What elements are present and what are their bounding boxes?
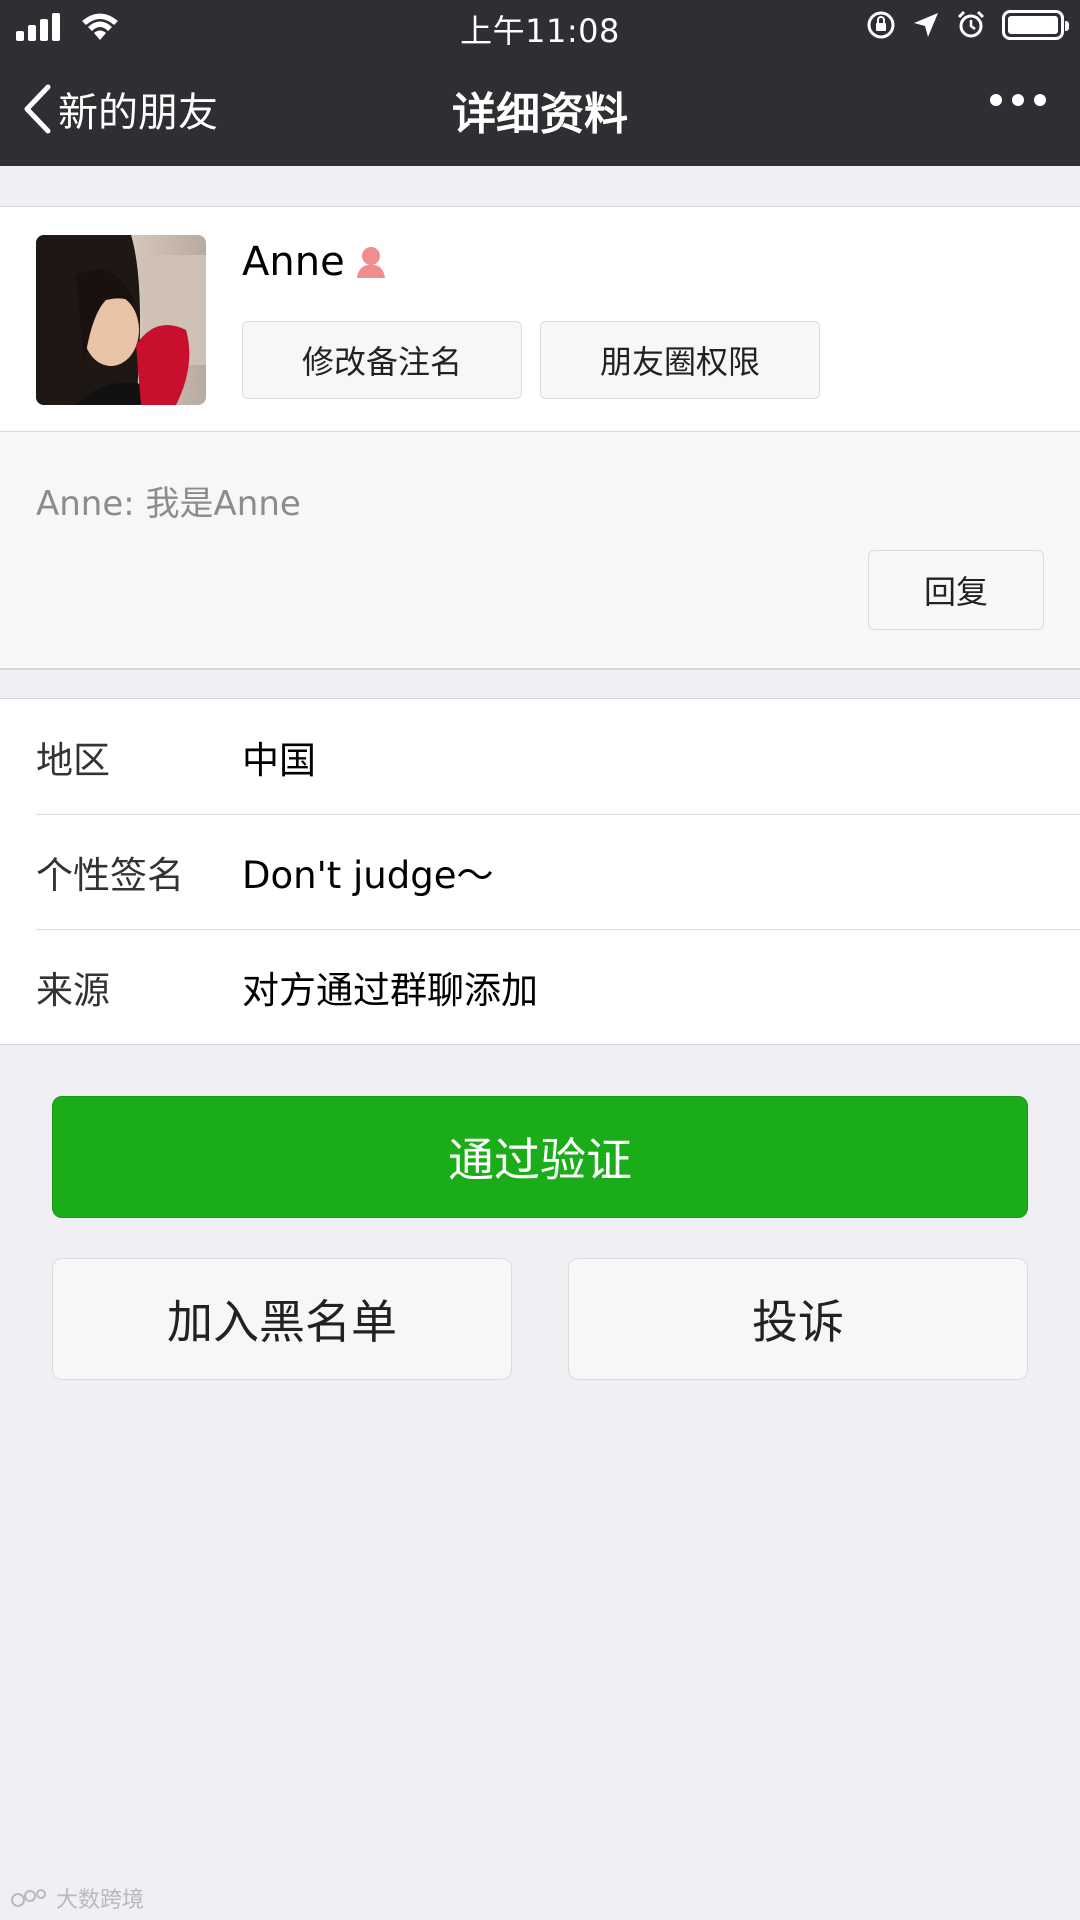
accept-verification-button[interactable]: 通过验证: [52, 1096, 1028, 1218]
profile-actions: 修改备注名 朋友圈权限: [242, 321, 820, 399]
watermark-text: 大数跨境: [56, 1888, 145, 1913]
watermark: 大数跨境: [10, 1882, 144, 1914]
orientation-lock-icon: [867, 11, 895, 39]
alarm-icon: [957, 10, 985, 38]
report-button[interactable]: 投诉: [568, 1258, 1028, 1380]
signature-label: 个性签名: [36, 853, 184, 897]
signature-value: Don't judge～: [242, 853, 494, 897]
region-value: 中国: [242, 738, 316, 782]
source-label: 来源: [36, 968, 110, 1012]
secondary-actions: 加入黑名单 投诉: [52, 1258, 1028, 1380]
profile-name: Anne: [242, 239, 345, 285]
info-row-source: 来源 对方通过群聊添加: [0, 929, 1080, 1044]
reply-button[interactable]: 回复: [868, 550, 1044, 630]
more-icon[interactable]: [990, 94, 1046, 106]
add-to-blacklist-button[interactable]: 加入黑名单: [52, 1258, 512, 1380]
info-row-signature: 个性签名 Don't judge～: [0, 814, 1080, 929]
female-icon: [356, 247, 385, 278]
profile-name-row: Anne: [242, 239, 389, 285]
moments-permission-button[interactable]: 朋友圈权限: [540, 321, 820, 399]
verification-message: Anne: 我是Anne: [36, 484, 301, 524]
info-list: 地区 中国 个性签名 Don't judge～ 来源 对方通过群聊添加: [0, 698, 1080, 1045]
avatar[interactable]: [36, 235, 206, 405]
battery-icon: [1002, 10, 1069, 40]
watermark-logo-icon: [11, 1889, 46, 1907]
profile-card: Anne 修改备注名 朋友圈权限: [0, 206, 1080, 432]
location-icon: [914, 13, 938, 37]
verification-message-panel: Anne: 我是Anne 回复: [0, 432, 1080, 670]
status-right: [866, 10, 1069, 40]
top-bar: 上午11:08 新的朋友 详细资料: [0, 0, 1080, 166]
status-bar: 上午11:08: [0, 0, 1080, 54]
edit-remark-button[interactable]: 修改备注名: [242, 321, 522, 399]
page-title: 详细资料: [452, 89, 628, 140]
nav-bar: 新的朋友 详细资料: [0, 54, 1080, 166]
info-row-region: 地区 中国: [0, 699, 1080, 814]
source-value: 对方通过群聊添加: [242, 968, 538, 1012]
region-label: 地区: [36, 738, 110, 782]
